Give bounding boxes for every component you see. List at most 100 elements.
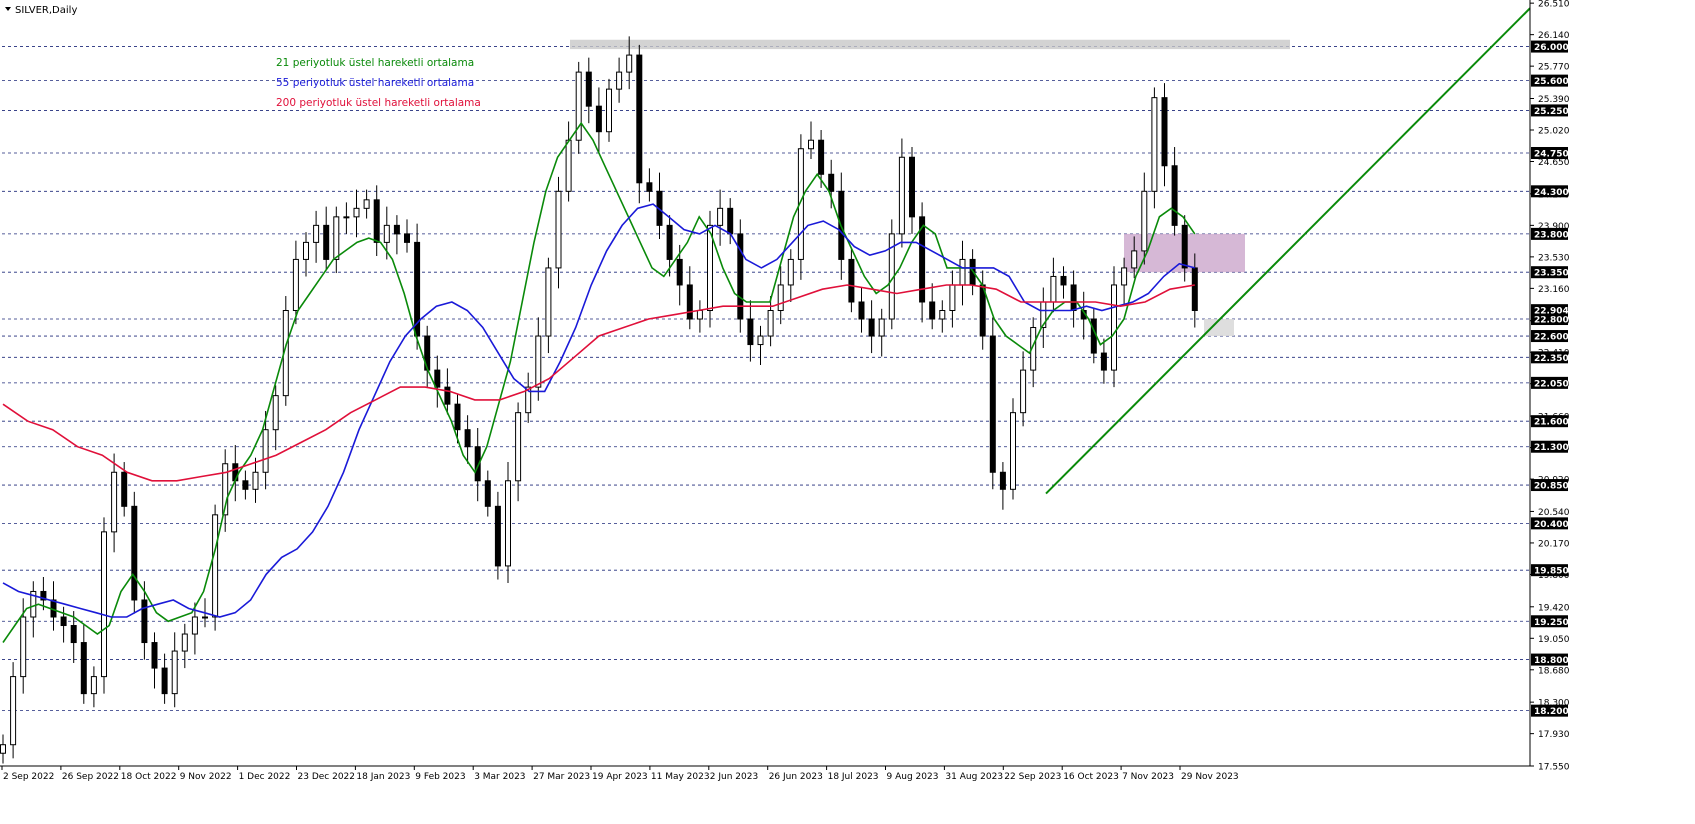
candle-body: [373, 199, 380, 243]
x-tick-label: 2 Jun 2023: [710, 772, 758, 782]
candle-body: [818, 139, 825, 175]
candle-layer: [0, 36, 1198, 764]
candle-body: [191, 616, 198, 635]
candle-body: [545, 267, 552, 337]
candle-body: [90, 676, 97, 695]
candle-body: [595, 105, 602, 133]
candle-body: [1191, 267, 1198, 312]
chart-canvas[interactable]: 26.51026.14025.77025.39025.02024.65024.2…: [0, 0, 1695, 820]
candle-body: [303, 241, 309, 260]
candle-body: [1050, 275, 1057, 303]
candle-body: [1090, 318, 1097, 354]
candle-body: [353, 207, 360, 218]
candle-body: [161, 667, 168, 695]
y-tick-label: 25.770: [1538, 63, 1570, 73]
level-tag-label: 25.600: [1534, 77, 1569, 87]
x-tick-label: 9 Feb 2023: [415, 772, 465, 782]
candle-body: [454, 403, 461, 431]
candle-body: [252, 471, 259, 490]
candle-body: [313, 224, 320, 243]
candle-body: [363, 199, 370, 209]
level-tag-label: 22.050: [1534, 379, 1569, 389]
level-tag-label: 21.300: [1534, 443, 1569, 453]
candle-body: [686, 284, 693, 320]
candle-body: [858, 301, 865, 320]
legend-entry: 200 periyotluk üstel hareketli ortalama: [276, 97, 481, 109]
candle-body: [565, 139, 572, 192]
level-tag-label: 20.850: [1534, 482, 1569, 492]
candle-body: [959, 258, 966, 286]
candle-body: [767, 310, 774, 337]
y-tick-label: 26.510: [1538, 0, 1570, 10]
candle-body: [181, 633, 188, 652]
y-tick-label: 19.050: [1538, 635, 1570, 645]
level-tag-label: 22.600: [1534, 333, 1569, 343]
candle-body: [646, 182, 653, 192]
x-tick-label: 16 Oct 2023: [1063, 772, 1119, 782]
x-tick-label: 7 Nov 2023: [1122, 772, 1174, 782]
candle-body: [515, 412, 522, 482]
x-tick-label: 18 Oct 2022: [121, 772, 177, 782]
candle-body: [929, 301, 936, 320]
y-tick-label: 17.550: [1538, 763, 1570, 773]
level-tag-label: 22.350: [1534, 354, 1569, 364]
candle-body: [1131, 250, 1138, 269]
candle-body: [949, 284, 956, 312]
candle-body: [171, 650, 178, 695]
level-tag-label: 19.850: [1534, 567, 1569, 577]
candle-body: [535, 335, 542, 388]
candle-body: [212, 514, 219, 618]
legend-layer: 21 periyotluk üstel hareketli ortalama 55…: [276, 57, 481, 109]
candle-body: [1060, 275, 1067, 286]
candle-body: [676, 258, 683, 286]
symbol-header[interactable]: SILVER,Daily: [5, 5, 77, 16]
candle-body: [60, 616, 67, 627]
axis-layer: 26.51026.14025.77025.39025.02024.65024.2…: [0, 0, 1570, 782]
dropdown-triangle-icon[interactable]: [5, 7, 11, 11]
candle-body: [909, 156, 915, 218]
candle-body: [242, 480, 249, 490]
candle-body: [121, 471, 128, 507]
candle-body: [717, 207, 724, 226]
x-tick-label: 18 Jul 2023: [828, 772, 879, 782]
x-tick-label: 22 Sep 2023: [1004, 772, 1061, 782]
candle-body: [878, 318, 885, 337]
candle-body: [939, 310, 946, 320]
candle-body: [1010, 412, 1016, 490]
candle-body: [80, 642, 87, 695]
support-zone: [1204, 319, 1234, 337]
candle-body: [848, 258, 855, 303]
candle-body: [1070, 284, 1077, 312]
x-tick-label: 23 Dec 2022: [298, 772, 356, 782]
chart: 26.51026.14025.77025.39025.02024.65024.2…: [0, 0, 1695, 820]
candle-body: [787, 258, 794, 286]
x-tick-label: 9 Aug 2023: [887, 772, 939, 782]
candle-body: [393, 224, 400, 235]
candle-body: [202, 616, 208, 619]
candle-body: [505, 480, 511, 567]
candle-body: [898, 156, 905, 235]
candle-body: [1141, 190, 1148, 252]
legend-entry: 21 periyotluk üstel hareketli ortalama: [276, 57, 474, 69]
level-tag-label: 22.800: [1534, 316, 1569, 326]
candle-body: [20, 616, 27, 678]
x-tick-label: 27 Mar 2023: [533, 772, 590, 782]
candle-body: [343, 216, 350, 219]
candle-body: [464, 429, 471, 448]
candle-body: [585, 71, 592, 107]
candle-body: [808, 139, 814, 150]
level-tag-label: 24.750: [1534, 149, 1569, 159]
candle-body: [989, 335, 996, 473]
level-tag-label: 25.250: [1534, 107, 1569, 117]
candle-body: [10, 676, 17, 746]
candle-body: [272, 395, 279, 431]
level-tag-label: 24.300: [1534, 188, 1569, 198]
candle-body: [1161, 97, 1168, 167]
candle-body: [1121, 267, 1128, 286]
x-tick-label: 26 Jun 2023: [769, 772, 823, 782]
candle-body: [131, 505, 138, 601]
x-tick-label: 2 Sep 2022: [3, 772, 54, 782]
level-tag-label: 23.350: [1534, 269, 1569, 279]
y-tick-label: 26.140: [1538, 31, 1570, 41]
x-tick-label: 31 Aug 2023: [945, 772, 1003, 782]
